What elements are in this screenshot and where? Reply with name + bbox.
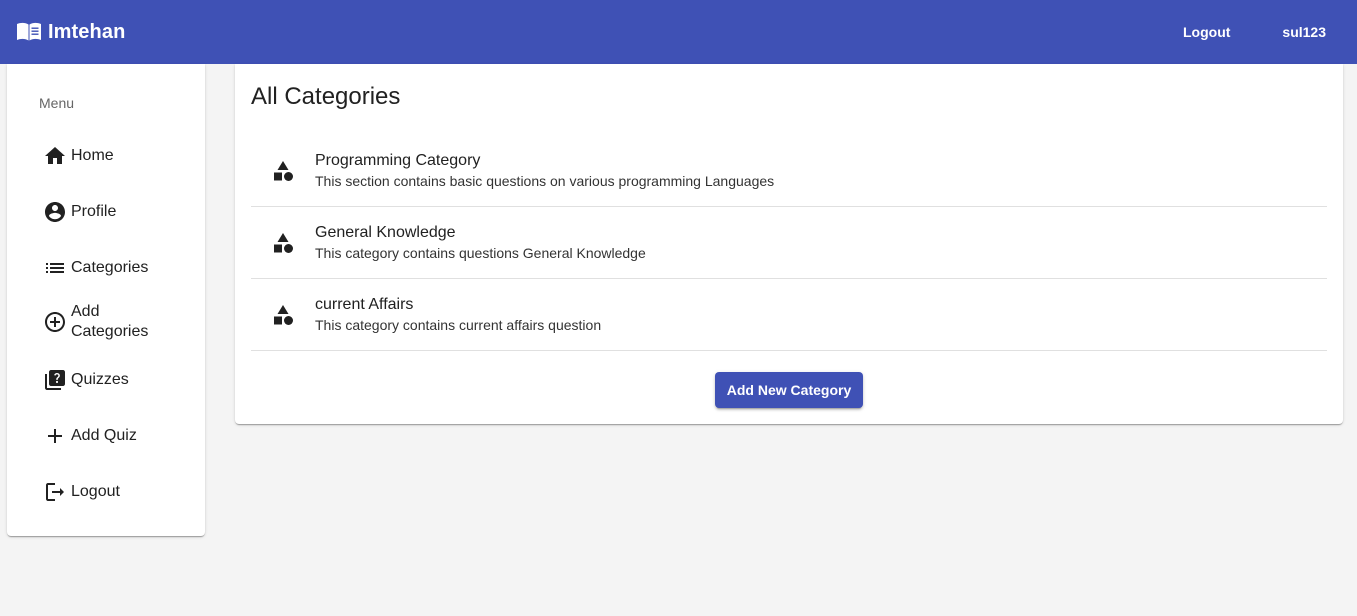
list-item[interactable]: General Knowledge This category contains… (251, 207, 1327, 279)
add-circle-outline-icon (43, 310, 67, 334)
categories-card: All Categories Programming Category This… (235, 64, 1343, 424)
menu-header: Menu (39, 95, 75, 111)
category-icon (271, 231, 295, 255)
category-icon (271, 159, 295, 183)
app-title: Imtehan (48, 20, 126, 43)
sidebar-item-add-categories[interactable]: Add Categories (43, 302, 173, 342)
sidebar-item-label: Profile (71, 203, 117, 220)
add-icon (43, 424, 67, 448)
category-icon (271, 303, 295, 327)
sidebar-item-categories[interactable]: Categories (43, 256, 193, 280)
logout-icon (43, 480, 67, 504)
sidebar-item-logout[interactable]: Logout (43, 480, 193, 504)
username-button[interactable]: sul123 (1266, 16, 1342, 48)
brand[interactable]: Imtehan (16, 21, 125, 44)
category-description: This category contains questions General… (315, 244, 646, 261)
list-icon (43, 256, 67, 280)
account-circle-icon (43, 200, 67, 224)
menu-book-icon (16, 21, 42, 43)
category-title: Programming Category (315, 151, 481, 169)
category-text: current Affairs This category contains c… (315, 295, 601, 335)
sidebar-item-home[interactable]: Home (43, 144, 193, 168)
sidebar-item-label: Home (71, 147, 114, 164)
sidebar-item-label: Add Categories (71, 303, 149, 340)
category-description: This section contains basic questions on… (315, 172, 775, 189)
category-text: General Knowledge This category contains… (315, 223, 646, 263)
list-item[interactable]: current Affairs This category contains c… (251, 279, 1327, 351)
sidebar-item-label: Quizzes (71, 371, 129, 388)
category-description: This category contains current affairs q… (315, 316, 602, 333)
sidebar-item-label: Logout (71, 483, 120, 500)
sidebar-item-profile[interactable]: Profile (43, 200, 193, 224)
home-icon (43, 144, 67, 168)
quiz-icon (43, 368, 67, 392)
sidebar-item-label: Categories (71, 259, 149, 276)
sidebar-item-add-quiz[interactable]: Add Quiz (43, 424, 193, 448)
category-title: current Affairs (315, 295, 414, 313)
logout-button[interactable]: Logout (1167, 16, 1246, 48)
sidebar-item-label: Add Quiz (71, 427, 137, 444)
sidebar: Menu Home Profile Categories Add Categor… (7, 64, 205, 536)
top-toolbar: Imtehan Logout sul123 (0, 0, 1357, 64)
category-text: Programming Category This section contai… (315, 151, 774, 191)
list-item[interactable]: Programming Category This section contai… (251, 135, 1327, 207)
add-new-category-button[interactable]: Add New Category (715, 372, 863, 408)
category-title: General Knowledge (315, 223, 456, 241)
page-title: All Categories (251, 83, 401, 110)
category-list: Programming Category This section contai… (251, 135, 1327, 351)
sidebar-item-quizzes[interactable]: Quizzes (43, 368, 193, 392)
